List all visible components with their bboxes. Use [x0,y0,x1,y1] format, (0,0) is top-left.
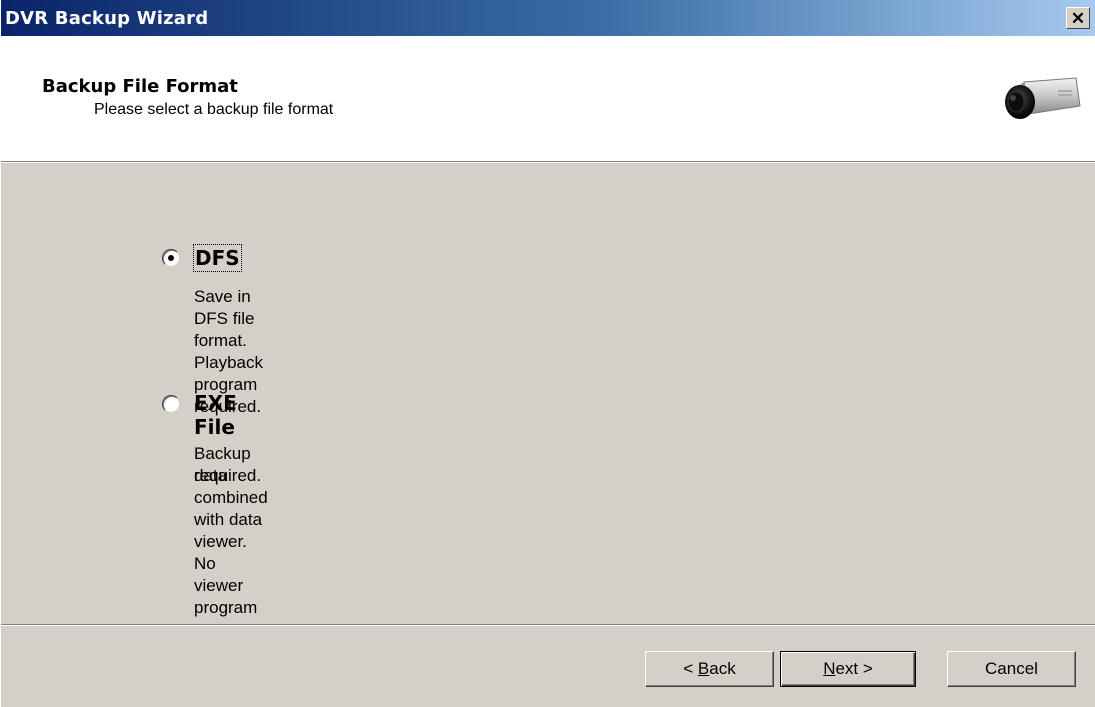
title-bar[interactable]: DVR Backup Wizard ✕ [1,0,1095,36]
next-button-mnemonic: N [823,659,836,678]
wizard-window: DVR Backup Wizard ✕ Backup File Format P… [0,0,1095,707]
back-button[interactable]: < Back [645,651,774,687]
page-subtitle: Please select a backup file format [94,101,334,118]
camera-icon [1005,77,1081,119]
wizard-header: Backup File Format Please select a backu… [1,36,1095,161]
dfs-radio[interactable] [162,249,180,267]
dfs-label[interactable]: DFS [193,244,242,272]
close-icon: ✕ [1070,8,1086,28]
next-button[interactable]: Next > [780,651,916,687]
back-button-rest: ack [709,659,736,678]
page-title: Backup File Format [42,76,238,97]
close-button[interactable]: ✕ [1066,7,1090,29]
exe-radio[interactable] [162,395,180,413]
next-button-rest: ext > [835,659,873,678]
exe-label[interactable]: EXE File [194,391,237,439]
exe-description-line2: required. [194,466,262,485]
cancel-button-label: Cancel [985,659,1038,678]
radio-selected-dot [168,255,174,261]
window-title: DVR Backup Wizard [5,8,209,29]
footer-separator [1,624,1095,626]
back-button-prefix: < [683,659,698,678]
cancel-button[interactable]: Cancel [947,651,1076,687]
back-button-mnemonic: B [697,659,710,678]
header-separator [1,161,1095,163]
